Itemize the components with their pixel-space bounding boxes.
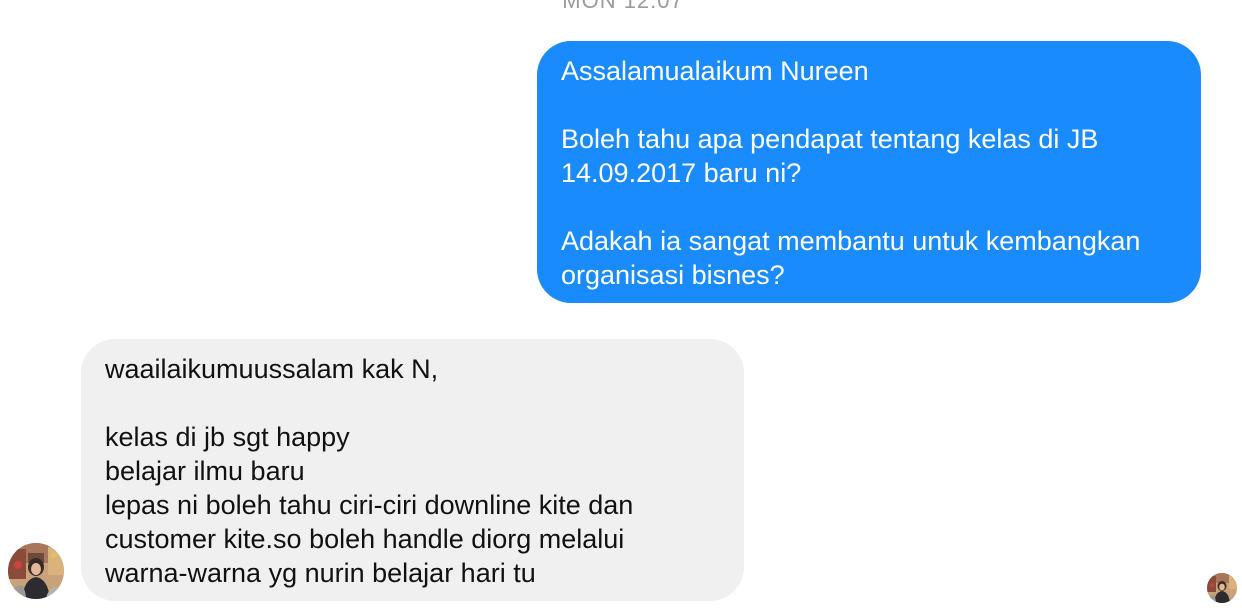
message-line: belajar ilmu baru: [105, 456, 305, 486]
message-line: 14.09.2017 baru ni?: [561, 158, 802, 188]
message-line: lepas ni boleh tahu ciri-ciri downline k…: [105, 490, 634, 520]
message-line: organisasi bisnes?: [561, 260, 785, 290]
message-line: Boleh tahu apa pendapat tentang kelas di…: [561, 124, 1099, 154]
incoming-message-bubble[interactable]: waailaikumuussalam kak N, kelas di jb sg…: [81, 339, 744, 601]
message-timestamp: MON 12:07: [562, 0, 684, 13]
message-line: warna-warna yg nurin belajar hari tu: [105, 558, 536, 588]
seen-receipt-avatar-icon: [1207, 573, 1237, 603]
message-line: waailaikumuussalam kak N,: [105, 354, 439, 384]
contact-avatar-icon[interactable]: [8, 543, 64, 599]
message-line: kelas di jb sgt happy: [105, 422, 350, 452]
outgoing-message-bubble[interactable]: Assalamualaikum Nureen Boleh tahu apa pe…: [537, 41, 1201, 303]
message-line: Adakah ia sangat membantu untuk kembangk…: [561, 226, 1141, 256]
message-line: customer kite.so boleh handle diorg mela…: [105, 524, 625, 554]
message-line: Assalamualaikum Nureen: [561, 56, 869, 86]
